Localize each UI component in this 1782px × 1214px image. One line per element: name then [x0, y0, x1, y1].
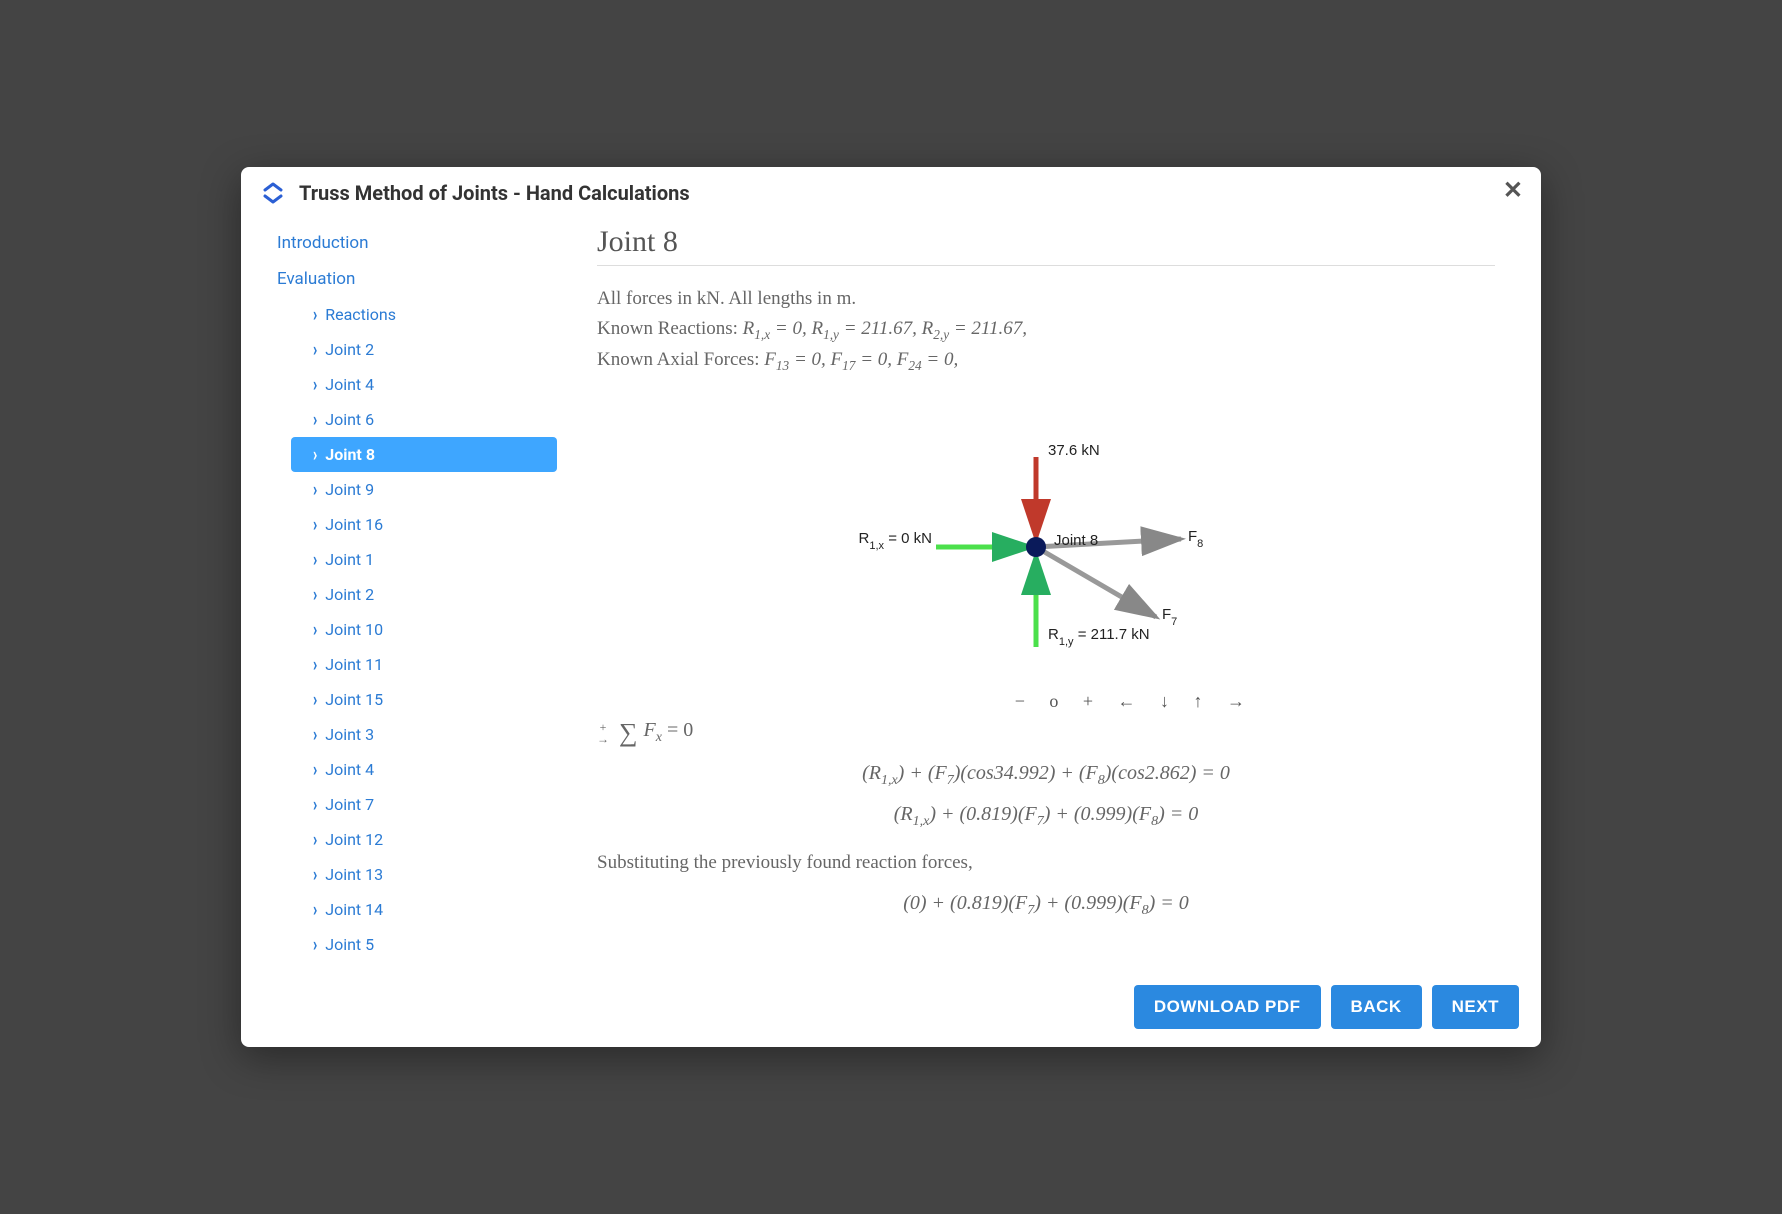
sidebar-item-joint-13[interactable]: › Joint 13	[301, 857, 557, 892]
sidebar-item-joint-10[interactable]: › Joint 10	[301, 612, 557, 647]
chevron-right-icon: ›	[313, 443, 317, 465]
sidebar-item-joint-2[interactable]: › Joint 2	[301, 332, 557, 367]
sidebar-item-joint-7[interactable]: › Joint 7	[301, 787, 557, 822]
f7-label: F7	[1162, 606, 1177, 628]
sidebar-item-reactions[interactable]: › Reactions	[301, 297, 557, 332]
chevron-right-icon: ›	[313, 863, 317, 885]
sidebar-item-label: Joint 4	[325, 375, 374, 394]
sum-fx-equation: +→ ∑ Fx = 0	[597, 718, 1495, 748]
app-logo-icon	[261, 181, 285, 205]
free-body-diagram: 37.6 kN Joint 8 R1,x = 0 kN R1,y = 211.7…	[597, 437, 1495, 671]
sidebar-item-joint-12[interactable]: › Joint 12	[301, 822, 557, 857]
sidebar-item-joint-2[interactable]: › Joint 2	[301, 577, 557, 612]
modal-body: IntroductionEvaluation › Reactions › Joint 2…	[241, 215, 1541, 971]
f8-label: F8	[1188, 528, 1203, 550]
chevron-right-icon: ›	[313, 933, 317, 955]
sidebar-item-joint-9[interactable]: › Joint 9	[301, 472, 557, 507]
close-button[interactable]: ✕	[1503, 179, 1523, 203]
chevron-right-icon: ›	[313, 758, 317, 780]
sidebar-item-label: Joint 5	[325, 935, 374, 954]
load-label: 37.6 kN	[1048, 442, 1100, 459]
sidebar-item-label: Joint 2	[325, 585, 374, 604]
sidebar-item-label: Joint 15	[325, 690, 383, 709]
sidebar-item-label: Joint 13	[325, 865, 383, 884]
ry-label: R1,y = 211.7 kN	[1048, 626, 1150, 648]
sidebar-item-label: Joint 11	[325, 655, 383, 674]
sidebar-item-joint-8[interactable]: › Joint 8	[291, 437, 557, 472]
chevron-right-icon: ›	[313, 583, 317, 605]
intro-block: All forces in kN. All lengths in m. Know…	[597, 284, 1495, 377]
rx-label: R1,x = 0 kN	[859, 530, 932, 552]
sidebar-item-label: Joint 2	[325, 340, 374, 359]
sidebar-item-joint-16[interactable]: › Joint 16	[301, 507, 557, 542]
sidebar-item-joint-3[interactable]: › Joint 3	[301, 717, 557, 752]
modal-dialog: Truss Method of Joints - Hand Calculatio…	[241, 167, 1541, 1047]
sidebar-item-joint-4[interactable]: › Joint 4	[301, 367, 557, 402]
direction-icon: +→	[597, 721, 609, 745]
chevron-right-icon: ›	[313, 618, 317, 640]
back-button[interactable]: BACK	[1331, 985, 1422, 1029]
next-button[interactable]: NEXT	[1432, 985, 1519, 1029]
download-pdf-button[interactable]: DOWNLOAD PDF	[1134, 985, 1321, 1029]
modal-title: Truss Method of Joints - Hand Calculatio…	[299, 181, 690, 205]
sidebar-item-joint-1[interactable]: › Joint 1	[301, 542, 557, 577]
equation-2: (R1,x) + (0.819)(F7) + (0.999)(F8) = 0	[597, 803, 1495, 830]
sidebar-item-label: Reactions	[325, 305, 396, 324]
chevron-right-icon: ›	[313, 338, 317, 360]
chevron-right-icon: ›	[313, 303, 317, 325]
diagram-controls[interactable]: − o + ← ↓ ↑ →	[597, 691, 1495, 712]
sidebar-item-label: Joint 3	[325, 725, 374, 744]
sidebar-section-evaluation[interactable]: Evaluation	[273, 261, 557, 297]
axial-prefix: Known Axial Forces:	[597, 349, 764, 370]
sidebar-item-joint-11[interactable]: › Joint 11	[301, 647, 557, 682]
content-pane[interactable]: Joint 8 All forces in kN. All lengths in…	[567, 215, 1525, 971]
sidebar-item-label: Joint 4	[325, 760, 374, 779]
substitution-text: Substituting the previously found reacti…	[597, 848, 1495, 878]
known-axial-line: Known Axial Forces: F13 = 0, F17 = 0, F2…	[597, 345, 1495, 376]
sidebar-item-label: Joint 16	[325, 515, 383, 534]
joint-node	[1026, 537, 1046, 557]
page-title: Joint 8	[597, 225, 1495, 266]
chevron-right-icon: ›	[313, 688, 317, 710]
sidebar-item-label: Joint 6	[325, 410, 374, 429]
chevron-right-icon: ›	[313, 898, 317, 920]
chevron-right-icon: ›	[313, 723, 317, 745]
joint-label: Joint 8	[1054, 532, 1098, 549]
chevron-right-icon: ›	[313, 408, 317, 430]
sidebar-item-joint-6[interactable]: › Joint 6	[301, 402, 557, 437]
chevron-right-icon: ›	[313, 478, 317, 500]
chevron-right-icon: ›	[313, 548, 317, 570]
known-reactions-line: Known Reactions: R1,x = 0, R1,y = 211.67…	[597, 314, 1495, 345]
equation-3: (0) + (0.819)(F7) + (0.999)(F8) = 0	[597, 892, 1495, 919]
sidebar-section-introduction[interactable]: Introduction	[273, 225, 557, 261]
member-f7-arrow	[1036, 547, 1156, 617]
chevron-right-icon: ›	[313, 513, 317, 535]
sidebar-item-label: Joint 9	[325, 480, 374, 499]
modal-footer: DOWNLOAD PDF BACK NEXT	[241, 971, 1541, 1047]
sidebar-item-joint-4[interactable]: › Joint 4	[301, 752, 557, 787]
modal-header: Truss Method of Joints - Hand Calculatio…	[241, 167, 1541, 215]
equation-1: (R1,x) + (F7)(cos34.992) + (F8)(cos2.862…	[597, 762, 1495, 789]
sidebar-item-label: Joint 14	[325, 900, 383, 919]
chevron-right-icon: ›	[313, 828, 317, 850]
sidebar-item-label: Joint 8	[325, 445, 375, 464]
sidebar-item-label: Joint 12	[325, 830, 383, 849]
sidebar-item-joint-5[interactable]: › Joint 5	[301, 927, 557, 962]
sidebar-item-label: Joint 7	[325, 795, 374, 814]
chevron-right-icon: ›	[313, 373, 317, 395]
chevron-right-icon: ›	[313, 793, 317, 815]
sidebar-nav[interactable]: IntroductionEvaluation › Reactions › Joint 2…	[257, 215, 567, 971]
chevron-right-icon: ›	[313, 653, 317, 675]
sidebar-item-label: Joint 1	[325, 550, 374, 569]
sidebar-item-label: Joint 10	[325, 620, 383, 639]
units-line: All forces in kN. All lengths in m.	[597, 284, 1495, 314]
sidebar-item-joint-15[interactable]: › Joint 15	[301, 682, 557, 717]
sidebar-item-joint-14[interactable]: › Joint 14	[301, 892, 557, 927]
reactions-prefix: Known Reactions:	[597, 318, 743, 339]
